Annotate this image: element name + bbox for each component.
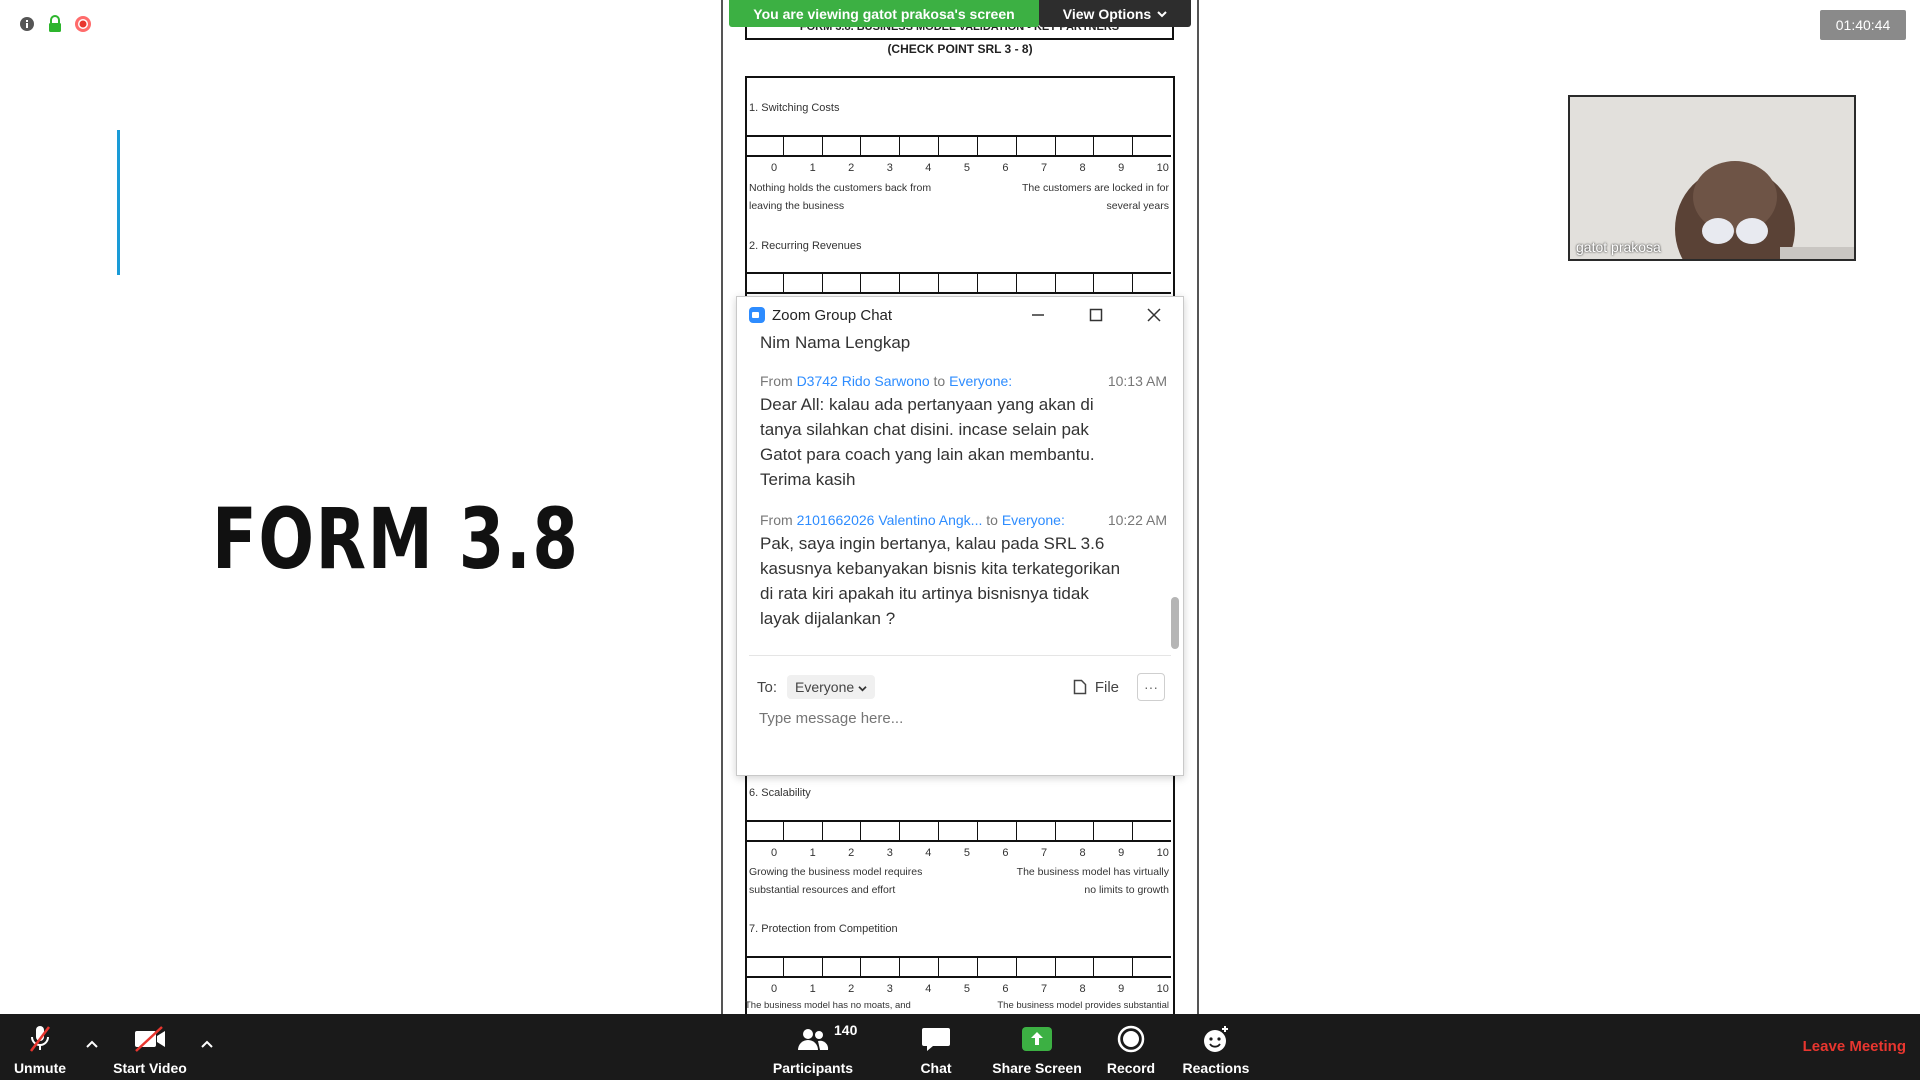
zoom-group-chat-window[interactable]: Zoom Group Chat Nim Nama Lengkap From D3… [736,296,1184,776]
share-screen-label: Share Screen [992,1060,1082,1076]
chat-window-title: Zoom Group Chat [772,306,893,324]
from-label: From [760,512,793,528]
chat-message-meta: From 2101662026 Valentino Angk... to Eve… [760,512,1167,528]
file-button-label: File [1094,678,1119,696]
file-button[interactable]: File [1073,679,1119,696]
chat-message-text: Nim Nama Lengkap [760,333,911,352]
recording-icon[interactable] [74,15,92,33]
participants-count: 140 [834,1022,858,1038]
info-icon[interactable] [18,15,36,33]
record-label: Record [1106,1060,1156,1076]
chevron-down-icon [1157,10,1167,17]
start-video-label: Start Video [113,1060,187,1076]
minimize-icon [1032,314,1044,316]
meeting-toolbar: Unmute Start Video Participants 140 Chat… [0,1014,1920,1080]
reactions-icon [1201,1022,1231,1056]
close-icon [1147,308,1161,322]
scale-left-description: The business model has no moats, and [745,1000,911,1011]
message-time: 10:22 AM [1107,512,1167,528]
lock-icon[interactable] [46,15,64,33]
scale-numbers: 0 1 2 3 4 5 6 7 8 9 10 [771,983,1169,995]
slide-title: FORM 3.8 [212,490,580,588]
record-icon [1117,1022,1145,1056]
start-video-button[interactable]: Start Video [110,1014,190,1080]
section-label: 1. Switching Costs [749,102,840,114]
reactions-button[interactable]: Reactions [1178,1014,1254,1080]
section-label: 7. Protection from Competition [749,923,898,935]
view-options-label: View Options [1062,5,1152,22]
chat-recipient-row: To: Everyone File ··· [757,673,1165,701]
chat-title-bar[interactable]: Zoom Group Chat [737,297,1183,333]
share-screen-button[interactable]: Share Screen [990,1014,1084,1080]
participants-label: Participants [772,1060,854,1076]
unmute-button[interactable]: Unmute [10,1014,70,1080]
document-subtitle: (CHECK POINT SRL 3 - 8) [887,42,1033,56]
video-off-icon [133,1022,167,1056]
participants-icon [796,1022,830,1056]
maximize-button[interactable] [1067,297,1125,333]
message-time: 10:13 AM [1107,373,1167,389]
chat-message-text: Pak, saya ingin bertanya, kalau pada SRL… [760,534,1121,628]
to-label: to [933,373,946,389]
recipient-dropdown[interactable]: Everyone [787,675,876,699]
scale-left-description: Nothing holds the customers back from le… [749,182,932,212]
slide-accent-bar [117,130,120,275]
to-label: to [986,512,998,528]
chat-label: Chat [920,1060,952,1076]
chat-divider [749,655,1171,656]
scale-numbers: 0 1 2 3 4 5 6 7 8 9 10 [771,162,1169,174]
screen-share-banner: You are viewing gatot prakosa's screen [729,0,1039,27]
scale-right-description: The business model provides substantial [997,1000,1169,1011]
ellipsis-icon: ··· [1144,679,1158,695]
rating-scale [745,135,1171,157]
meeting-timer: 01:40:44 [1820,10,1906,40]
video-options-caret-icon[interactable] [199,1036,215,1052]
file-icon [1073,679,1087,695]
scale-right-description: The customers are locked in for several … [1021,182,1169,212]
leave-meeting-button[interactable]: Leave Meeting [1803,1038,1906,1055]
participant-video-feed [1570,97,1854,259]
chat-message-meta: From D3742 Rido Sarwono to Everyone: 10:… [760,373,1167,389]
record-button[interactable]: Record [1101,1014,1161,1080]
scale-numbers: 0 1 2 3 4 5 6 7 8 9 10 [771,847,1169,859]
share-screen-icon [1021,1022,1053,1056]
view-options-button[interactable]: View Options [1039,0,1191,27]
muted-mic-icon [28,1022,52,1056]
rating-scale [745,820,1171,842]
to-label: To: [757,678,778,696]
chat-icon [921,1022,951,1056]
chat-button[interactable]: Chat [906,1014,966,1080]
message-input[interactable] [757,709,1161,728]
zoom-logo-icon [749,307,765,323]
chat-message-text: Dear All: kalau ada pertanyaan yang akan… [760,395,1095,489]
recipient-dropdown-value: Everyone [795,679,855,695]
scale-right-description: The business model has virtually no limi… [1016,866,1169,896]
recipient-name[interactable]: Everyone: [949,373,1012,389]
participant-name: gatot prakosa [1576,239,1661,255]
chat-message: From D3742 Rido Sarwono to Everyone: 10:… [760,373,1167,492]
sender-name[interactable]: D3742 Rido Sarwono [797,373,930,389]
maximize-icon [1089,308,1103,322]
chevron-down-icon [858,686,867,692]
minimize-button[interactable] [1009,297,1067,333]
reactions-label: Reactions [1182,1060,1250,1076]
from-label: From [760,373,793,389]
scale-left-description: Growing the business model requires subs… [749,866,923,896]
audio-options-caret-icon[interactable] [84,1036,100,1052]
meeting-status-icons [18,15,92,33]
sender-name[interactable]: 2101662026 Valentino Angk... [797,512,983,528]
chat-message: From 2101662026 Valentino Angk... to Eve… [760,512,1167,631]
participant-video-tile[interactable]: gatot prakosa [1568,95,1856,261]
section-label: 6. Scalability [749,787,811,799]
rating-scale [745,956,1171,978]
chat-scrollbar[interactable] [1171,597,1179,649]
recipient-name[interactable]: Everyone: [1002,512,1065,528]
chat-message-list[interactable]: Nim Nama Lengkap From D3742 Rido Sarwono… [737,333,1167,653]
section-label: 2. Recurring Revenues [749,240,862,252]
rating-scale [745,272,1171,294]
close-button[interactable] [1125,297,1183,333]
more-options-button[interactable]: ··· [1137,673,1165,701]
unmute-label: Unmute [13,1060,67,1076]
